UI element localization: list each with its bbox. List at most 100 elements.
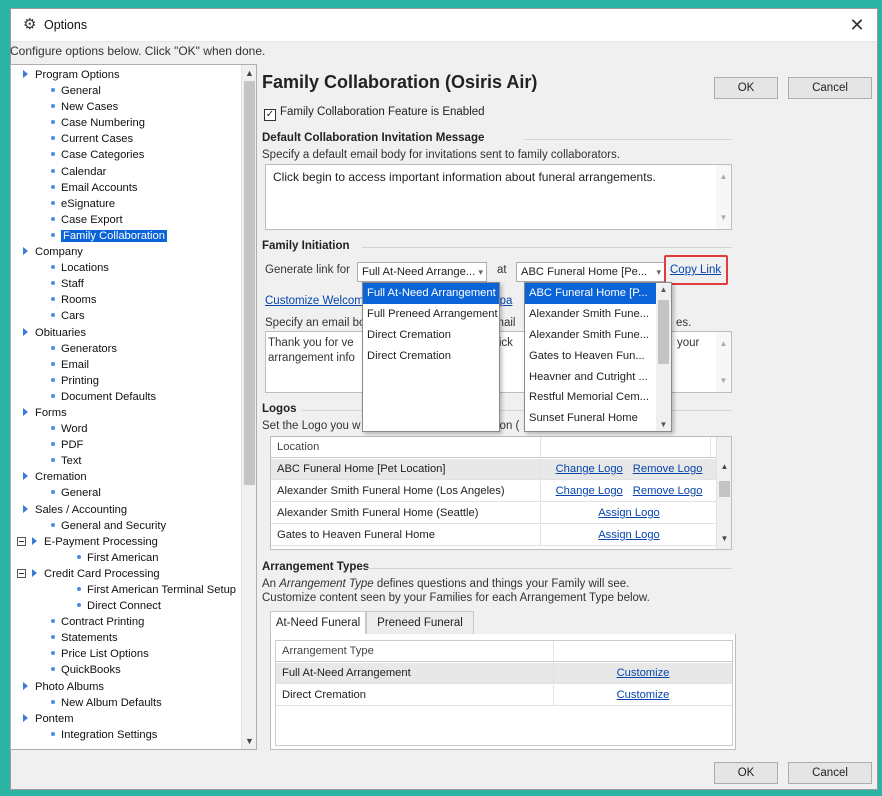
customize-link[interactable]: Customize [617, 667, 670, 679]
tree-item[interactable]: Case Categories [11, 147, 241, 163]
location-dropdown-scrollbar[interactable]: ▲ ▼ [656, 283, 671, 431]
tree-item[interactable]: Statements [11, 630, 241, 646]
tree-item[interactable]: Direct Connect [11, 598, 241, 614]
tree-scrollbar[interactable]: ▲ ▼ [241, 65, 256, 749]
tab-at-need-funeral[interactable]: At-Need Funeral [270, 611, 366, 635]
tree-item[interactable]: PDF [11, 437, 241, 453]
tree-item[interactable]: Staff [11, 276, 241, 292]
tree-item[interactable]: eSignature [11, 196, 241, 212]
tree-item[interactable]: General and Security [11, 518, 241, 534]
cancel-button[interactable]: Cancel [788, 762, 872, 784]
arrangement-option[interactable]: Direct Cremation [363, 325, 499, 346]
tree-item[interactable]: Pontem [11, 711, 241, 727]
logo-action-link[interactable]: Remove Logo [633, 463, 703, 475]
ok-button-top[interactable]: OK [714, 77, 778, 99]
logo-action-link[interactable]: Change Logo [556, 485, 623, 497]
tree-item[interactable]: Photo Albums [11, 679, 241, 695]
tree-item[interactable]: E-Payment Processing [11, 534, 241, 550]
arrangement-option[interactable]: Full Preneed Arrangement [363, 304, 499, 325]
table-row[interactable]: Alexander Smith Funeral Home (Los Angele… [271, 481, 718, 502]
tree-item[interactable]: Rooms [11, 292, 241, 308]
tree-item[interactable]: Printing [11, 373, 241, 389]
logo-action-link[interactable]: Assign Logo [598, 529, 660, 541]
location-option[interactable]: Heavner and Cutright ... [525, 367, 657, 388]
location-option[interactable]: Sunset Funeral Home [525, 408, 657, 429]
copy-link[interactable]: Copy Link [670, 264, 721, 276]
textarea-scrollbar[interactable]: ▲ ▼ [716, 165, 731, 229]
logo-action-link[interactable]: Remove Logo [633, 485, 703, 497]
customize-welcome-link[interactable]: Customize Welcom [265, 295, 364, 307]
tab-preneed-funeral[interactable]: Preneed Funeral [366, 611, 474, 635]
tree-item[interactable]: Email Accounts [11, 180, 241, 196]
scroll-up-icon[interactable]: ▲ [242, 65, 256, 81]
tree-item[interactable]: Company [11, 244, 241, 260]
table-row[interactable]: Gates to Heaven Funeral Home Assign Logo [271, 525, 718, 546]
checkbox-icon[interactable]: ✓ [264, 109, 276, 121]
scroll-down-icon[interactable]: ▼ [242, 733, 256, 749]
scroll-down-icon[interactable]: ▼ [656, 420, 671, 429]
collapse-icon[interactable] [17, 536, 26, 546]
tree-item[interactable]: Text [11, 453, 241, 469]
scroll-up-icon[interactable]: ▲ [656, 285, 671, 294]
tree-item[interactable]: Cremation [11, 469, 241, 485]
invitation-body-textarea[interactable]: Click begin to access important informat… [265, 164, 732, 230]
close-button[interactable]: ✕ [843, 13, 871, 37]
tree-item[interactable]: Generators [11, 341, 241, 357]
tree-item[interactable]: New Cases [11, 99, 241, 115]
table-row[interactable]: Full At-Need Arrangement Customize [276, 663, 732, 684]
logo-action-link[interactable]: Change Logo [556, 463, 623, 475]
tree-item[interactable]: Calendar [11, 164, 241, 180]
scroll-thumb[interactable] [244, 81, 255, 485]
tree-item[interactable]: Email [11, 357, 241, 373]
tree-item[interactable]: Family Collaboration [11, 228, 241, 244]
tree-item[interactable]: New Album Defaults [11, 695, 241, 711]
location-option[interactable]: Gates to Heaven Fun... [525, 346, 657, 367]
tree-item[interactable]: Forms [11, 405, 241, 421]
cancel-button-top[interactable]: Cancel [788, 77, 872, 99]
tree-item[interactable]: Case Numbering [11, 115, 241, 131]
table-row[interactable]: ABC Funeral Home [Pet Location] Change Lo… [271, 459, 718, 480]
tree-item[interactable]: Current Cases [11, 131, 241, 147]
arrangement-option[interactable]: Direct Cremation [363, 346, 499, 367]
arrangement-option[interactable]: Full At-Need Arrangement [363, 283, 499, 304]
tree-item[interactable]: First American [11, 550, 241, 566]
ok-button[interactable]: OK [714, 762, 778, 784]
customize-link[interactable]: Customize [617, 689, 670, 701]
location-option[interactable]: ABC Funeral Home [P... [525, 283, 657, 304]
table-row[interactable]: Direct Cremation Customize [276, 685, 732, 706]
tree-item[interactable]: Obituaries [11, 325, 241, 341]
scroll-down-icon[interactable]: ▼ [717, 531, 731, 547]
scroll-thumb[interactable] [658, 300, 669, 364]
tree-item[interactable]: Contract Printing [11, 614, 241, 630]
arrangement-combo[interactable]: Full At-Need Arrange... ▾ [357, 262, 487, 282]
arrangement-dropdown[interactable]: Full At-Need Arrangement Full Preneed Arr… [362, 282, 500, 432]
location-option[interactable]: Alexander Smith Fune... [525, 325, 657, 346]
logo-action-link[interactable]: Assign Logo [598, 507, 660, 519]
tree-item[interactable]: Program Options [11, 67, 241, 83]
logos-scrollbar[interactable]: ▲ ▼ [716, 437, 731, 549]
tree-item[interactable]: Integration Settings [11, 727, 241, 743]
tree-item[interactable]: QuickBooks [11, 662, 241, 678]
tree-item[interactable]: Document Defaults [11, 389, 241, 405]
tree-item[interactable]: Price List Options [11, 646, 241, 662]
tree-item[interactable]: Sales / Accounting [11, 502, 241, 518]
location-combo[interactable]: ABC Funeral Home [Pe... ▾ [516, 262, 665, 282]
scroll-up-icon[interactable]: ▲ [717, 459, 731, 475]
location-dropdown[interactable]: ABC Funeral Home [P... Alexander Smith Fu… [524, 282, 672, 432]
tree-item[interactable]: First American Terminal Setup [11, 582, 241, 598]
collapse-icon[interactable] [17, 568, 26, 578]
location-option[interactable]: Alexander Smith Fune... [525, 304, 657, 325]
options-tree[interactable]: Program Options General New Cases Case Numb… [10, 64, 257, 750]
table-row[interactable]: Alexander Smith Funeral Home (Seattle) As… [271, 503, 718, 524]
feature-enabled-checkbox[interactable]: ✓ Family Collaboration Feature is Enabled [264, 106, 485, 121]
location-option[interactable]: Restful Memorial Cem... [525, 387, 657, 408]
scroll-thumb[interactable] [719, 481, 730, 497]
tree-item[interactable]: General [11, 485, 241, 501]
tree-item[interactable]: Case Export [11, 212, 241, 228]
tree-item[interactable]: Locations [11, 260, 241, 276]
tree-item[interactable]: Cars [11, 308, 241, 324]
tree-item[interactable]: Word [11, 421, 241, 437]
tree-item[interactable]: Credit Card Processing [11, 566, 241, 582]
tree-item[interactable]: General [11, 83, 241, 99]
textarea-scrollbar[interactable]: ▲ ▼ [716, 332, 731, 392]
